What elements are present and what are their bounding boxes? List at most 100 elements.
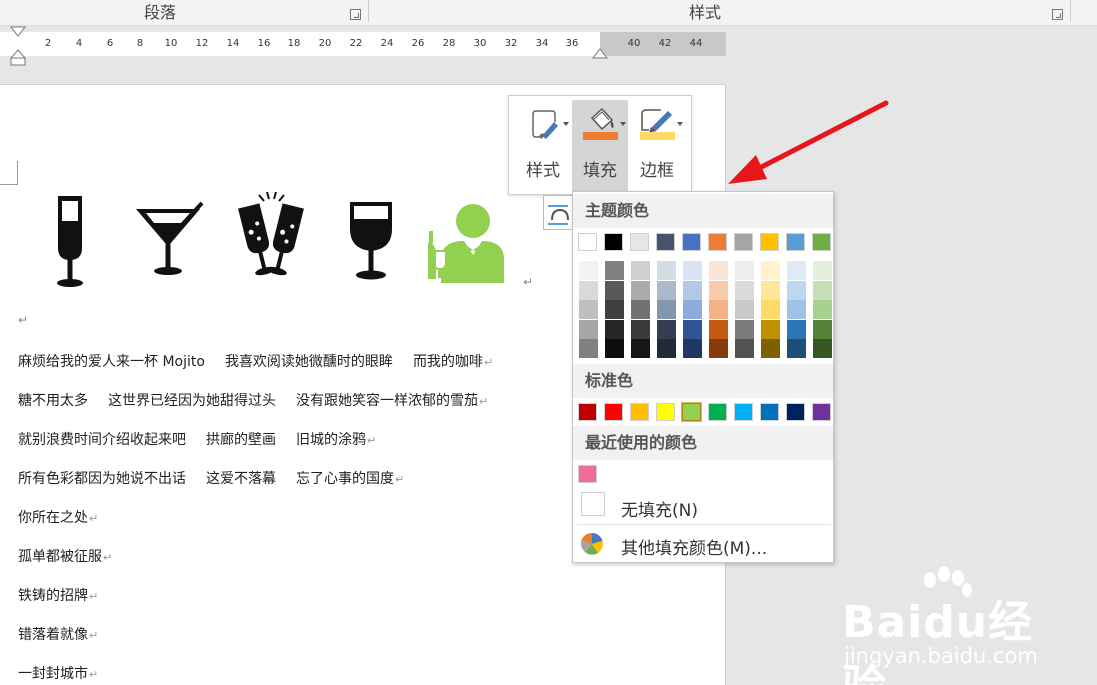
- theme-shade-swatch[interactable]: [813, 319, 832, 339]
- wine-glass-icon[interactable]: [346, 199, 396, 285]
- theme-shade-swatch[interactable]: [579, 280, 598, 300]
- horizontal-ruler[interactable]: 2 4 6 8 10 12 14 16 18 20 22 24 26 28 30…: [0, 32, 726, 56]
- theme-shade-swatch[interactable]: [579, 319, 598, 339]
- theme-shade-swatch[interactable]: [709, 261, 728, 280]
- theme-color-swatch[interactable]: [760, 233, 779, 251]
- more-fill-colors-item[interactable]: 其他填充颜色(M)...: [573, 526, 833, 562]
- theme-shade-swatch[interactable]: [605, 300, 624, 320]
- theme-shade-swatch[interactable]: [657, 319, 676, 339]
- theme-shade-swatch[interactable]: [761, 261, 780, 280]
- theme-shade-swatch[interactable]: [735, 339, 754, 359]
- theme-shade-swatch[interactable]: [787, 300, 806, 320]
- theme-shade-swatch[interactable]: [709, 280, 728, 300]
- theme-shade-swatch[interactable]: [631, 319, 650, 339]
- theme-shade-swatch[interactable]: [709, 319, 728, 339]
- standard-color-swatch[interactable]: [681, 402, 702, 422]
- theme-shade-swatch[interactable]: [787, 339, 806, 359]
- text-line[interactable]: 铁铸的招牌↵: [18, 585, 98, 605]
- theme-shade-swatch[interactable]: [683, 339, 702, 359]
- theme-shade-swatch[interactable]: [657, 261, 676, 280]
- standard-color-swatch[interactable]: [786, 403, 805, 421]
- theme-shade-swatch[interactable]: [735, 280, 754, 300]
- champagne-flute-icon[interactable]: [52, 193, 88, 289]
- theme-shade-swatch[interactable]: [631, 261, 650, 280]
- theme-shade-swatch[interactable]: [761, 319, 780, 339]
- recent-color-swatch[interactable]: [578, 465, 597, 483]
- theme-color-swatch[interactable]: [812, 233, 831, 251]
- style-button[interactable]: 样式: [515, 100, 571, 192]
- theme-shade-swatch[interactable]: [709, 339, 728, 359]
- theme-shade-swatch[interactable]: [787, 261, 806, 280]
- standard-color-swatch[interactable]: [812, 403, 831, 421]
- theme-shade-swatch[interactable]: [657, 339, 676, 359]
- theme-shade-swatch[interactable]: [813, 300, 832, 320]
- layout-options-button[interactable]: [543, 195, 573, 230]
- theme-shade-swatch[interactable]: [657, 280, 676, 300]
- bartender-icon[interactable]: [424, 203, 510, 285]
- no-fill-item[interactable]: 无填充(N): [573, 488, 833, 524]
- paragraph-dialog-launcher-icon[interactable]: [350, 9, 361, 20]
- theme-shade-swatch[interactable]: [657, 300, 676, 320]
- theme-shade-swatch[interactable]: [761, 280, 780, 300]
- paragraph-mark: ↵: [395, 473, 405, 486]
- style-button-label: 样式: [526, 161, 560, 181]
- theme-shade-swatch[interactable]: [813, 280, 832, 300]
- theme-shade-swatch[interactable]: [683, 300, 702, 320]
- text-line[interactable]: 你所在之处↵: [18, 507, 98, 527]
- fill-button[interactable]: 填充: [572, 100, 628, 192]
- theme-color-swatch[interactable]: [630, 233, 649, 251]
- martini-glass-icon[interactable]: [132, 199, 206, 279]
- paragraph-mark: ↵: [18, 313, 29, 327]
- theme-shade-swatch[interactable]: [605, 339, 624, 359]
- theme-shade-swatch[interactable]: [735, 261, 754, 280]
- theme-shade-swatch[interactable]: [631, 339, 650, 359]
- theme-shade-swatch[interactable]: [579, 339, 598, 359]
- standard-color-swatch[interactable]: [630, 403, 649, 421]
- theme-shade-swatch[interactable]: [761, 339, 780, 359]
- border-button[interactable]: 边框: [629, 100, 685, 192]
- theme-color-swatch[interactable]: [656, 233, 675, 251]
- theme-shade-swatch[interactable]: [579, 261, 598, 280]
- right-indent-marker-icon[interactable]: [592, 48, 608, 60]
- standard-color-swatch[interactable]: [734, 403, 753, 421]
- theme-shade-swatch[interactable]: [761, 300, 780, 320]
- standard-color-swatch[interactable]: [708, 403, 727, 421]
- theme-shade-swatch[interactable]: [631, 280, 650, 300]
- theme-shade-swatch[interactable]: [787, 280, 806, 300]
- standard-color-swatch[interactable]: [656, 403, 675, 421]
- standard-color-swatch[interactable]: [604, 403, 623, 421]
- indent-markers-icon[interactable]: [9, 26, 27, 66]
- text-line[interactable]: 一封封城市↵: [18, 663, 98, 683]
- theme-color-swatch[interactable]: [708, 233, 727, 251]
- text-line[interactable]: 所有色彩都因为她说不出话 这爱不落幕 忘了心事的国度↵: [18, 468, 404, 488]
- theme-color-swatch[interactable]: [578, 233, 597, 251]
- text-line[interactable]: 麻烦给我的爱人来一杯 Mojito 我喜欢阅读她微醺时的眼眸 而我的咖啡↵: [18, 351, 493, 371]
- theme-shade-swatch[interactable]: [605, 280, 624, 300]
- toasting-glasses-icon[interactable]: [236, 191, 306, 287]
- theme-shade-swatch[interactable]: [605, 261, 624, 280]
- theme-shade-swatch[interactable]: [579, 300, 598, 320]
- theme-shade-swatch[interactable]: [735, 319, 754, 339]
- text-line[interactable]: 错落着就像↵: [18, 624, 98, 644]
- theme-color-swatch[interactable]: [734, 233, 753, 251]
- theme-shade-swatch[interactable]: [813, 339, 832, 359]
- theme-shade-swatch[interactable]: [813, 261, 832, 280]
- standard-color-swatch[interactable]: [760, 403, 779, 421]
- text-line[interactable]: 糖不用太多 这世界已经因为她甜得过头 没有跟她笑容一样浓郁的雪茄↵: [18, 390, 488, 410]
- theme-shade-swatch[interactable]: [683, 261, 702, 280]
- theme-shade-swatch[interactable]: [787, 319, 806, 339]
- theme-shade-swatch[interactable]: [605, 319, 624, 339]
- theme-shade-swatch[interactable]: [683, 280, 702, 300]
- ruler-tick: 4: [75, 38, 83, 49]
- text-line[interactable]: 就别浪费时间介绍收起来吧 拱廊的壁画 旧城的涂鸦↵: [18, 429, 376, 449]
- theme-color-swatch[interactable]: [604, 233, 623, 251]
- standard-color-swatch[interactable]: [578, 403, 597, 421]
- theme-shade-swatch[interactable]: [683, 319, 702, 339]
- theme-shade-swatch[interactable]: [631, 300, 650, 320]
- theme-color-swatch[interactable]: [682, 233, 701, 251]
- text-line[interactable]: 孤单都被征服↵: [18, 546, 112, 566]
- theme-shade-swatch[interactable]: [709, 300, 728, 320]
- theme-color-swatch[interactable]: [786, 233, 805, 251]
- styles-dialog-launcher-icon[interactable]: [1052, 9, 1063, 20]
- theme-shade-swatch[interactable]: [735, 300, 754, 320]
